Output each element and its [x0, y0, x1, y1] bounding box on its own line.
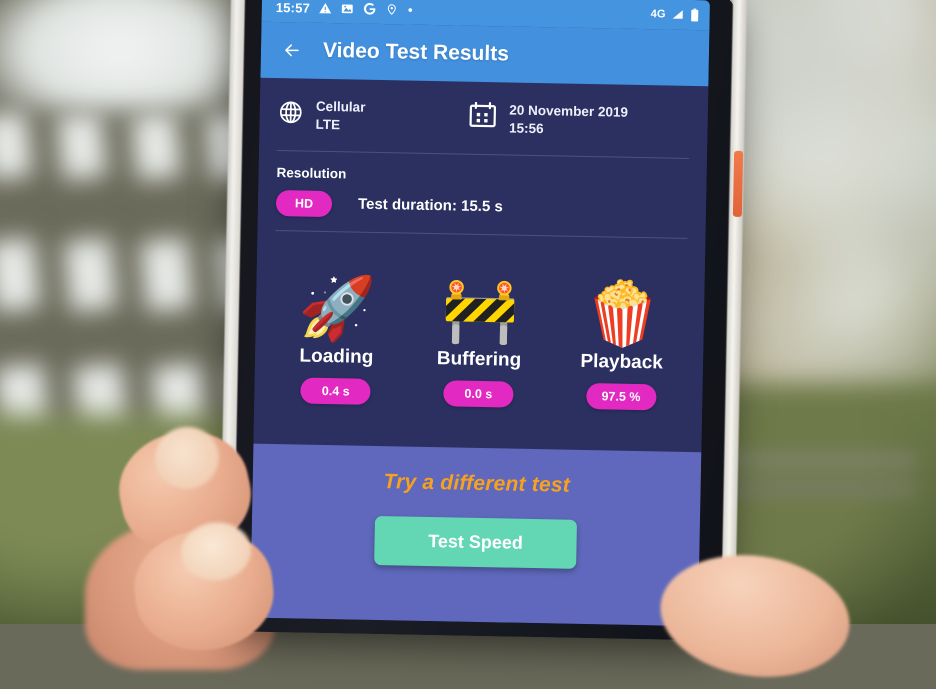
warning-triangle-icon: [319, 1, 332, 14]
phone-screen: 15:57 4G Video Test Results Cellular LTE…: [250, 0, 711, 627]
results-content: Cellular LTE 20 November 2019 15:56 Reso…: [250, 77, 709, 627]
status-clock: 15:57: [275, 0, 311, 16]
network-type-label: 4G: [650, 8, 666, 21]
metric-playback: 🍿 Playback 97.5 %: [550, 258, 694, 411]
cta-title: Try a different test: [383, 470, 571, 497]
metric-buffering-value: 0.0 s: [443, 380, 514, 408]
back-arrow-icon[interactable]: [275, 33, 310, 68]
test-speed-button[interactable]: Test Speed: [373, 515, 578, 569]
globe-icon: [277, 99, 304, 130]
signal-bars-icon: [671, 9, 685, 21]
photo-icon: [341, 2, 354, 15]
test-duration-label: Test duration: 15.5 s: [357, 195, 503, 216]
rocket-icon: 🚀: [298, 273, 377, 344]
metric-playback-label: Playback: [580, 350, 664, 374]
dot-icon: [407, 6, 414, 13]
meta-row: Cellular LTE 20 November 2019 15:56: [259, 78, 708, 158]
google-g-icon: [363, 2, 377, 16]
location-pin-icon: [386, 3, 398, 16]
test-time: 15:56: [508, 120, 544, 137]
network-name: Cellular: [315, 98, 366, 115]
network-tech: LTE: [315, 116, 341, 133]
resolution-label: Resolution: [276, 164, 347, 182]
power-button[interactable]: [732, 150, 744, 217]
construction-barrier-icon: 🚧: [440, 276, 520, 347]
metric-buffering-label: Buffering: [436, 347, 522, 371]
resolution-row: HD Test duration: 15.5 s: [275, 189, 688, 224]
popcorn-icon: 🍿: [583, 278, 662, 350]
metrics-row: 🚀 Loading 0.4 s 🚧 Buffering 0.0 s 🍿 Play…: [253, 231, 705, 453]
datetime-text: 20 November 2019 15:56: [509, 102, 628, 138]
resolution-badge: HD: [275, 189, 333, 217]
cta-section: Try a different test Test Speed: [250, 443, 702, 627]
battery-icon: [690, 8, 700, 22]
datetime-info: 20 November 2019 15:56: [467, 102, 628, 139]
network-text: Cellular LTE: [315, 99, 365, 134]
metric-playback-value: 97.5 %: [585, 382, 657, 411]
metric-loading: 🚀 Loading 0.4 s: [265, 253, 409, 406]
metric-loading-label: Loading: [299, 345, 374, 368]
status-bar-right: 4G: [651, 7, 700, 22]
calendar-icon: [467, 102, 498, 136]
metric-loading-value: 0.4 s: [300, 377, 371, 405]
status-bar-left: 15:57: [276, 0, 415, 17]
app-bar: Video Test Results: [260, 21, 710, 87]
test-date: 20 November 2019: [509, 102, 629, 120]
page-title: Video Test Results: [322, 38, 510, 66]
network-info: Cellular LTE: [277, 98, 467, 135]
resolution-block: Resolution HD Test duration: 15.5 s: [258, 151, 707, 239]
metric-buffering: 🚧 Buffering 0.0 s: [408, 255, 552, 408]
phone-device: 15:57 4G Video Test Results Cellular LTE…: [218, 0, 748, 641]
